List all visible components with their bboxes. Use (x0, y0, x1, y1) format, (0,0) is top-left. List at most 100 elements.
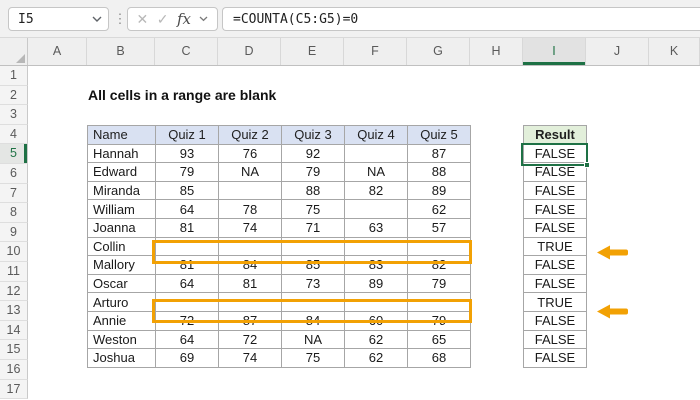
result-header[interactable]: Result (523, 125, 587, 145)
col-header-i-selected[interactable]: I (523, 38, 586, 65)
result-cell-i6[interactable]: FALSE (523, 162, 587, 182)
result-cell-i9[interactable]: FALSE (523, 217, 587, 238)
row-header-4[interactable]: 4 (0, 124, 28, 145)
score-cell[interactable]: 62 (344, 329, 408, 350)
row-header-13[interactable]: 13 (0, 301, 28, 321)
row-header-16[interactable]: 16 (0, 359, 28, 380)
score-cell[interactable] (344, 143, 408, 164)
row-header-17[interactable]: 17 (0, 379, 28, 400)
score-cell[interactable]: 74 (218, 348, 282, 368)
name-cell[interactable]: Annie (87, 310, 156, 331)
score-cell[interactable]: 81 (218, 273, 282, 294)
row-header-5-selected[interactable]: 5 (0, 144, 28, 164)
score-cell[interactable]: 73 (281, 273, 345, 294)
name-cell[interactable]: Miranda (87, 180, 156, 201)
header-quiz-3[interactable]: Quiz 3 (281, 125, 345, 145)
col-header-g[interactable]: G (407, 38, 470, 65)
name-cell[interactable]: Edward (87, 162, 156, 182)
result-cell-i14[interactable]: FALSE (523, 310, 587, 331)
result-cell-i10[interactable]: TRUE (523, 236, 587, 257)
score-cell[interactable]: 72 (218, 329, 282, 350)
row-header-15[interactable]: 15 (0, 340, 28, 360)
col-header-a[interactable]: A (28, 38, 87, 65)
score-cell[interactable] (344, 199, 408, 219)
row-header-10[interactable]: 10 (0, 242, 28, 262)
score-cell[interactable]: NA (281, 329, 345, 350)
score-cell[interactable]: 69 (155, 348, 219, 368)
col-header-f[interactable]: F (344, 38, 407, 65)
enter-icon[interactable]: ✓ (157, 12, 169, 26)
score-cell[interactable]: 75 (281, 199, 345, 219)
name-cell[interactable]: Joanna (87, 217, 156, 238)
row-header-2[interactable]: 2 (0, 85, 28, 106)
col-header-k[interactable]: K (649, 38, 700, 65)
header-quiz-1[interactable]: Quiz 1 (155, 125, 219, 145)
result-cell-i5[interactable]: FALSE (523, 143, 587, 164)
col-header-b[interactable]: B (87, 38, 155, 65)
score-cell[interactable]: 64 (155, 329, 219, 350)
result-cell-i8[interactable]: FALSE (523, 199, 587, 219)
col-header-j[interactable]: J (586, 38, 649, 65)
result-cell-i16[interactable]: FALSE (523, 348, 587, 368)
score-cell[interactable]: 76 (218, 143, 282, 164)
insert-function-icon[interactable]: fx (177, 10, 191, 28)
col-header-c[interactable]: C (155, 38, 218, 65)
score-cell[interactable]: 89 (407, 180, 471, 201)
col-header-d[interactable]: D (218, 38, 281, 65)
name-cell[interactable]: William (87, 199, 156, 219)
row-header-11[interactable]: 11 (0, 261, 28, 282)
row-header-1[interactable]: 1 (0, 66, 28, 86)
score-cell[interactable]: 79 (281, 162, 345, 182)
result-cell-i7[interactable]: FALSE (523, 180, 587, 201)
score-cell[interactable]: 82 (344, 180, 408, 201)
score-cell[interactable]: 93 (155, 143, 219, 164)
score-cell[interactable]: 88 (407, 162, 471, 182)
row-header-9[interactable]: 9 (0, 222, 28, 243)
name-cell[interactable]: Mallory (87, 255, 156, 275)
row-header-7[interactable]: 7 (0, 183, 28, 204)
name-cell[interactable]: Arturo (87, 292, 156, 312)
score-cell[interactable]: 63 (344, 217, 408, 238)
score-cell[interactable]: 81 (155, 217, 219, 238)
chevron-down-icon[interactable] (199, 16, 208, 22)
score-cell[interactable]: 71 (281, 217, 345, 238)
score-cell[interactable]: 79 (407, 273, 471, 294)
score-cell[interactable]: 78 (218, 199, 282, 219)
col-header-h[interactable]: H (470, 38, 523, 65)
result-cell-i11[interactable]: FALSE (523, 255, 587, 275)
chevron-down-icon[interactable] (92, 16, 102, 23)
score-cell[interactable]: 88 (281, 180, 345, 201)
row-header-3[interactable]: 3 (0, 105, 28, 125)
col-header-e[interactable]: E (281, 38, 344, 65)
result-cell-i13[interactable]: TRUE (523, 292, 587, 312)
header-quiz-2[interactable]: Quiz 2 (218, 125, 282, 145)
formula-input[interactable]: =COUNTA(C5:G5)=0 (222, 7, 700, 31)
row-header-14[interactable]: 14 (0, 320, 28, 341)
row-header-12[interactable]: 12 (0, 281, 28, 302)
row-header-6[interactable]: 6 (0, 163, 28, 184)
score-cell[interactable]: 74 (218, 217, 282, 238)
score-cell[interactable]: NA (344, 162, 408, 182)
score-cell[interactable]: 85 (155, 180, 219, 201)
row-header-8[interactable]: 8 (0, 203, 28, 223)
score-cell[interactable]: NA (218, 162, 282, 182)
score-cell[interactable]: 64 (155, 199, 219, 219)
result-cell-i12[interactable]: FALSE (523, 273, 587, 294)
name-box[interactable]: I5 (8, 7, 109, 31)
score-cell[interactable]: 65 (407, 329, 471, 350)
name-cell[interactable]: Weston (87, 329, 156, 350)
name-cell[interactable]: Oscar (87, 273, 156, 294)
score-cell[interactable]: 89 (344, 273, 408, 294)
select-all-corner[interactable] (0, 38, 28, 65)
name-cell[interactable]: Hannah (87, 143, 156, 164)
score-cell[interactable] (218, 180, 282, 201)
header-quiz-5[interactable]: Quiz 5 (407, 125, 471, 145)
score-cell[interactable]: 75 (281, 348, 345, 368)
score-cell[interactable]: 62 (344, 348, 408, 368)
score-cell[interactable]: 62 (407, 199, 471, 219)
score-cell[interactable]: 87 (407, 143, 471, 164)
score-cell[interactable]: 79 (155, 162, 219, 182)
score-cell[interactable]: 68 (407, 348, 471, 368)
name-cell[interactable]: Joshua (87, 348, 156, 368)
header-quiz-4[interactable]: Quiz 4 (344, 125, 408, 145)
